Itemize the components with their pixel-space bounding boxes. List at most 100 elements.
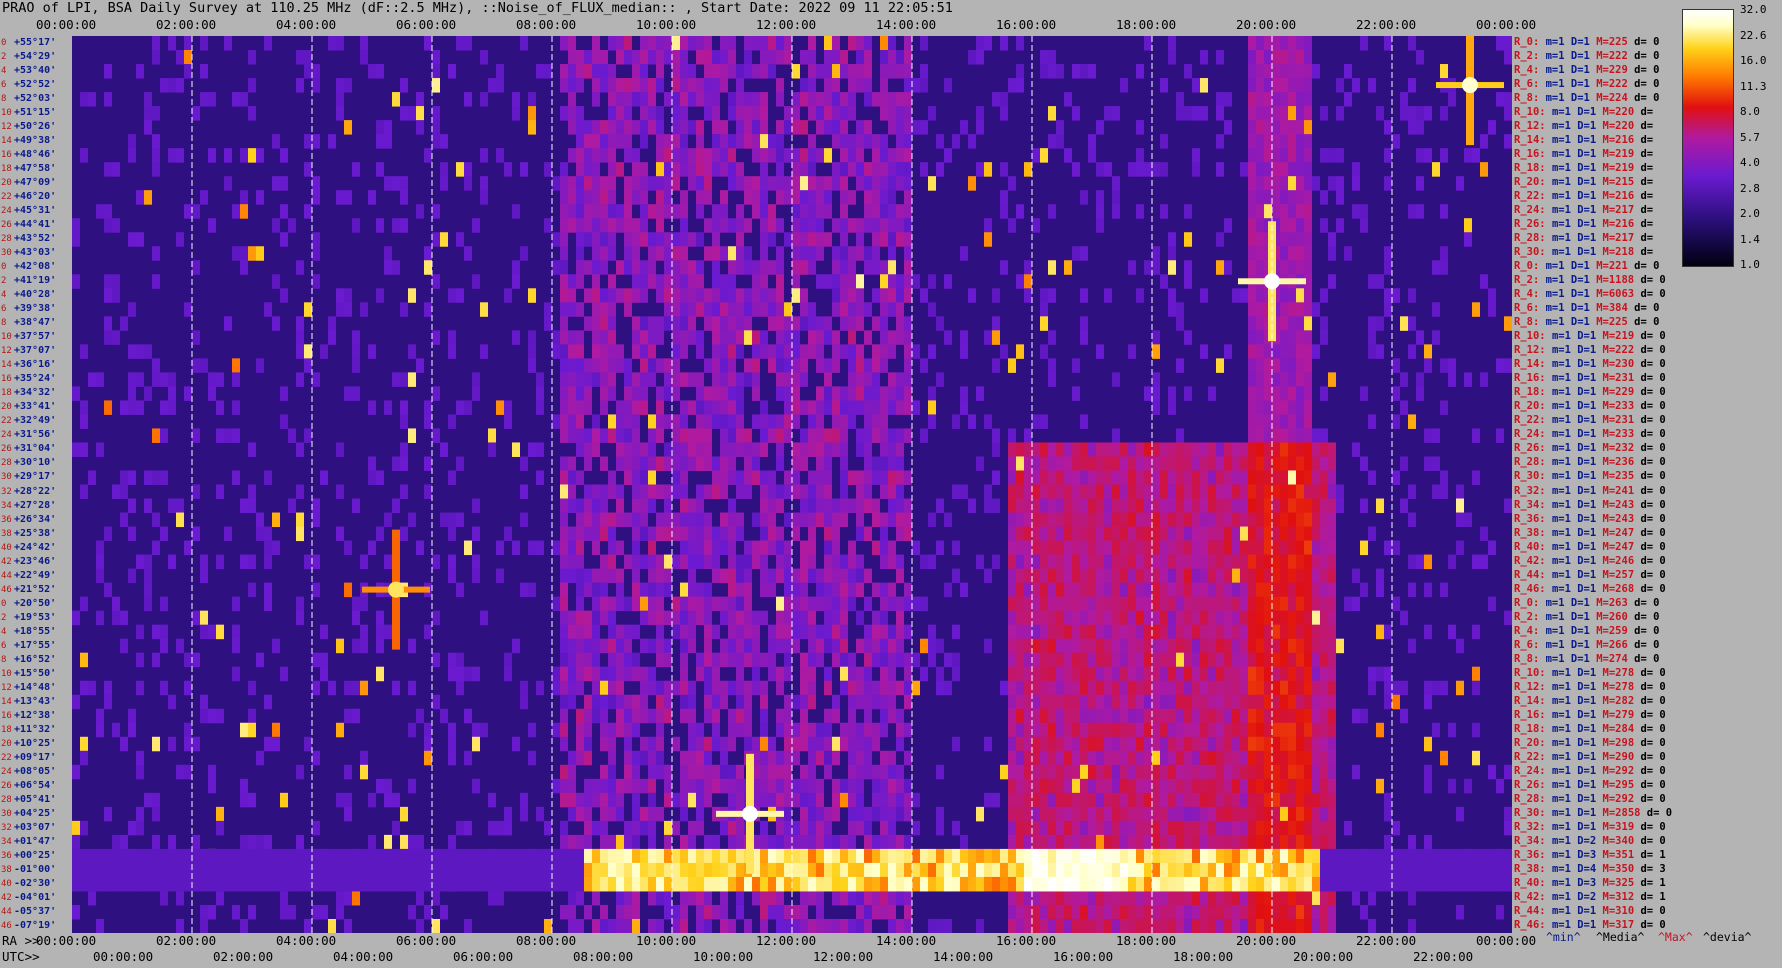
heatmap-cell	[224, 316, 232, 331]
heatmap-cell	[808, 470, 816, 485]
heatmap-cell	[704, 176, 712, 191]
heatmap-cell	[1072, 610, 1080, 626]
heatmap-cell	[440, 232, 448, 247]
heatmap-cell	[344, 792, 352, 808]
heatmap-cell	[1272, 456, 1280, 471]
heatmap-cell	[128, 372, 136, 387]
heatmap-cell	[1264, 792, 1272, 808]
heatmap-cell	[712, 666, 720, 682]
heatmap-cell	[904, 582, 912, 598]
heatmap-cell	[616, 568, 624, 584]
heatmap-cell	[688, 330, 696, 345]
heatmap-cell	[1264, 582, 1272, 598]
heatmap-cell	[872, 512, 880, 528]
heatmap-cell	[896, 736, 904, 752]
heatmap-cell	[1056, 778, 1064, 794]
heatmap-cell	[416, 92, 424, 107]
heatmap-cell	[592, 778, 600, 794]
heatmap-cell	[1272, 792, 1280, 808]
heatmap-cell	[1360, 540, 1368, 556]
heatmap-cell	[408, 638, 416, 654]
heatmap-cell	[712, 358, 720, 373]
heatmap-cell	[1280, 190, 1288, 205]
heatmap-cell	[1064, 610, 1072, 626]
heatmap-cell	[1192, 834, 1200, 850]
heatmap-cell	[1264, 708, 1272, 724]
heatmap-cell	[864, 442, 872, 457]
heatmap-cell	[640, 162, 648, 177]
heatmap-cell	[792, 162, 800, 177]
heatmap-cell	[1040, 638, 1048, 654]
heatmap-cell	[1064, 764, 1072, 780]
heatmap-cell	[1224, 512, 1232, 528]
heatmap-cell	[160, 526, 168, 542]
heatmap-cell	[104, 64, 112, 79]
heatmap-cell	[1424, 428, 1432, 443]
heatmap-cell	[576, 414, 584, 429]
heatmap-cell	[1216, 806, 1224, 822]
heatmap-cell	[688, 708, 696, 724]
heatmap-cell	[984, 638, 992, 654]
heatmap-cell	[736, 512, 744, 528]
heatmap-cell	[664, 582, 672, 598]
heatmap-cell	[1160, 680, 1168, 696]
heatmap-cell	[1256, 680, 1264, 696]
heatmap-cell	[816, 778, 824, 794]
heatmap-cell	[1312, 750, 1320, 766]
heatmap-cell	[1016, 666, 1024, 682]
heatmap-cell	[1248, 92, 1256, 107]
heatmap-cell	[816, 316, 824, 331]
heatmap-cell	[856, 428, 864, 443]
heatmap-cell	[592, 596, 600, 612]
heatmap-cell	[240, 792, 248, 808]
heatmap-plot[interactable]	[72, 36, 1512, 933]
heatmap-cell	[1224, 904, 1232, 920]
heatmap-cell	[1360, 36, 1368, 51]
heatmap-cell	[1280, 778, 1288, 794]
heatmap-cell	[744, 708, 752, 724]
heatmap-cell	[1232, 792, 1240, 808]
heatmap-cell	[776, 680, 784, 696]
heatmap-cell	[1040, 736, 1048, 752]
heatmap-cell	[1216, 554, 1224, 570]
heatmap-cell	[1136, 162, 1144, 177]
heatmap-cell	[1016, 484, 1024, 500]
heatmap-cell	[1304, 316, 1312, 331]
heatmap-cell	[432, 890, 440, 906]
heatmap-cell	[448, 568, 456, 584]
heatmap-cell	[744, 624, 752, 640]
heatmap-cell	[1304, 652, 1312, 668]
heatmap-cell	[552, 722, 560, 738]
heatmap-cell	[720, 456, 728, 471]
heatmap-cell	[1280, 512, 1288, 528]
heatmap-cell	[1496, 92, 1504, 107]
heatmap-cell	[704, 526, 712, 542]
heatmap-cell	[672, 288, 680, 303]
heatmap-cell	[600, 596, 608, 612]
heatmap-cell	[616, 722, 624, 738]
heatmap-cell	[1048, 820, 1056, 836]
heatmap-cell	[560, 554, 568, 570]
heatmap-cell	[992, 288, 1000, 303]
heatmap-cell	[592, 344, 600, 359]
heatmap-cell	[784, 750, 792, 766]
heatmap-cell	[1216, 512, 1224, 528]
heatmap-cell	[1056, 596, 1064, 612]
heatmap-cell	[696, 288, 704, 303]
heatmap-cell	[312, 750, 320, 766]
heatmap-cell	[664, 764, 672, 780]
heatmap-cell	[696, 456, 704, 471]
heatmap-cell	[168, 498, 176, 514]
heatmap-cell	[632, 344, 640, 359]
heatmap-cell	[1200, 736, 1208, 752]
heatmap-cell	[888, 274, 896, 289]
heatmap-cell	[1208, 568, 1216, 584]
heatmap-svg	[72, 36, 1512, 933]
heatmap-cell	[920, 162, 928, 177]
heatmap-cell	[696, 400, 704, 415]
heatmap-cell	[1024, 680, 1032, 696]
heatmap-cell	[1016, 36, 1024, 51]
heatmap-cell	[1184, 260, 1192, 275]
heatmap-cell	[1048, 204, 1056, 219]
heatmap-cell	[96, 372, 104, 387]
